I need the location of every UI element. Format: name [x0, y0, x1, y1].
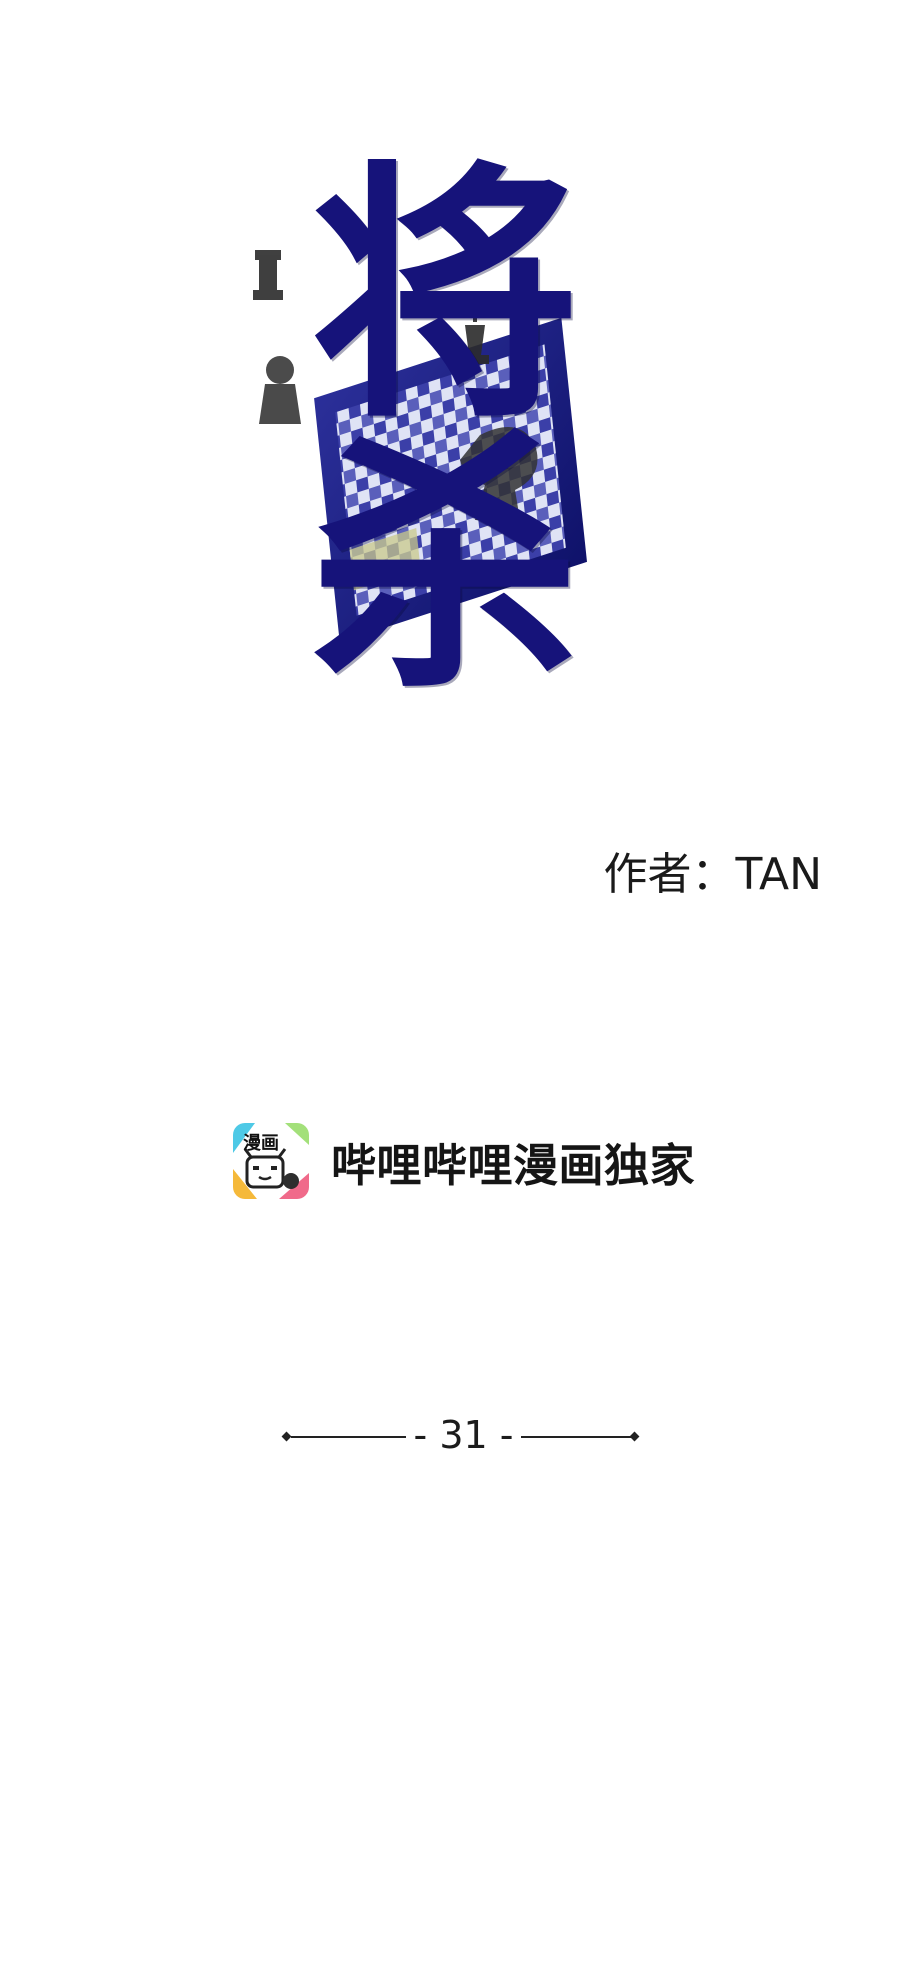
author-label: 作者：	[603, 849, 736, 900]
platform-exclusive-text: 哔哩哔哩漫画独家	[331, 1138, 696, 1192]
chapter-suffix: -	[487, 1413, 514, 1457]
divider-right-line	[521, 1436, 631, 1438]
chapter-number: - 31 -	[406, 1413, 521, 1457]
bilibili-manga-logo-icon: 漫画	[233, 1123, 309, 1199]
chapter-divider: - 31 -	[281, 1407, 641, 1467]
divider-right-diamond-icon	[629, 1431, 640, 1442]
divider-left-line	[291, 1436, 406, 1438]
pawn-icon	[259, 356, 301, 424]
platform-exclusive-banner: 漫画 哔哩哔哩漫画独家	[233, 1118, 695, 1204]
logo-text: 漫画	[243, 1133, 279, 1154]
author-name: TAN	[735, 849, 822, 900]
title-char-top: 将	[310, 136, 580, 454]
chapter-number-value: 31	[439, 1413, 488, 1457]
title-char-bottom: 杀	[310, 406, 580, 724]
divider-left-diamond-icon	[281, 1431, 292, 1442]
rook-icon	[253, 250, 283, 300]
chapter-prefix: -	[413, 1413, 440, 1457]
author-credit: 作者：TAN	[604, 838, 822, 902]
title-artwork: 将 杀	[253, 160, 635, 770]
